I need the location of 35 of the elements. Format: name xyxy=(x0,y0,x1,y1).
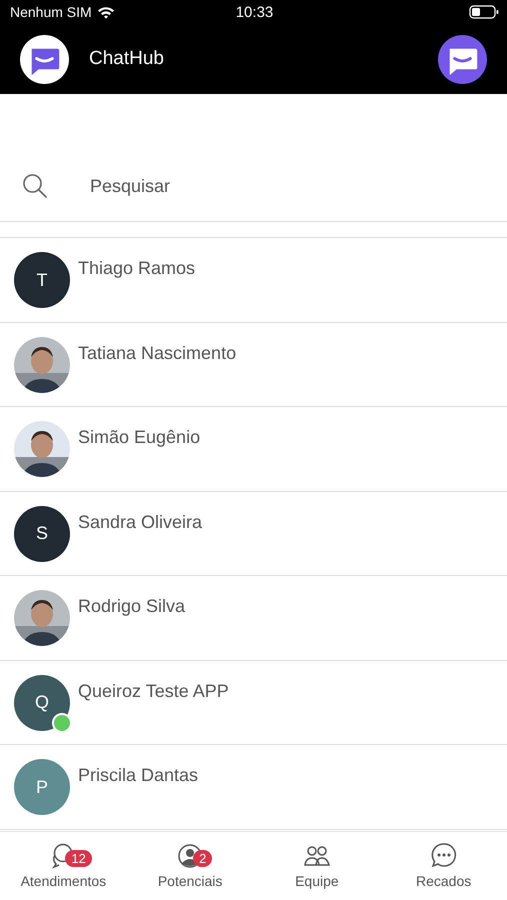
carrier-name: Nenhum SIM xyxy=(10,4,92,20)
avatar: Q xyxy=(14,674,70,730)
contact-row[interactable]: S Sandra Oliveira xyxy=(0,492,507,576)
tab[interactable]: 12 Atendimentos xyxy=(0,832,127,900)
contact-name: Simão Eugênio xyxy=(78,427,200,448)
contact-name: Tatiana Nascimento xyxy=(78,342,236,364)
profile-chat-icon[interactable] xyxy=(438,34,487,84)
contact-row[interactable]: Tatiana Nascimento xyxy=(0,322,507,407)
avatar: T xyxy=(14,252,70,308)
contact-name: Priscila Dantas xyxy=(78,765,198,786)
contact-row[interactable]: Simão Eugênio xyxy=(0,407,507,492)
contact-row[interactable]: Rodrigo Silva xyxy=(0,576,507,660)
contact-row[interactable]: P Priscila Dantas xyxy=(0,745,507,830)
message-dots-icon xyxy=(430,842,458,870)
tab[interactable]: Recados xyxy=(380,832,507,900)
count-badge: 12 xyxy=(65,850,92,867)
contact-row[interactable]: T Thiago Ramos xyxy=(0,238,507,322)
avatar: P xyxy=(14,759,70,815)
chat-logo-icon xyxy=(20,34,69,84)
avatar: S xyxy=(14,506,70,562)
tab[interactable]: Equipe xyxy=(254,832,380,900)
search-field[interactable]: Pesquisar xyxy=(88,174,392,198)
contact-name: Queiroz Teste APP xyxy=(78,680,229,702)
battery-icon xyxy=(468,5,499,19)
contact-name: Thiago Ramos xyxy=(78,258,196,279)
tab[interactable]: 2 Potenciais xyxy=(126,832,254,900)
contact-row[interactable]: Q Queiroz Teste APP xyxy=(0,660,507,745)
count-badge: 2 xyxy=(193,850,212,867)
search-icon xyxy=(22,173,48,199)
wifi-icon xyxy=(96,6,115,18)
app-title: ChatHub xyxy=(89,48,164,70)
contact-name: Rodrigo Silva xyxy=(78,596,186,617)
contact-name: Sandra Oliveira xyxy=(78,512,202,532)
clock-time: 10:33 xyxy=(236,4,274,20)
team-icon xyxy=(302,844,331,868)
